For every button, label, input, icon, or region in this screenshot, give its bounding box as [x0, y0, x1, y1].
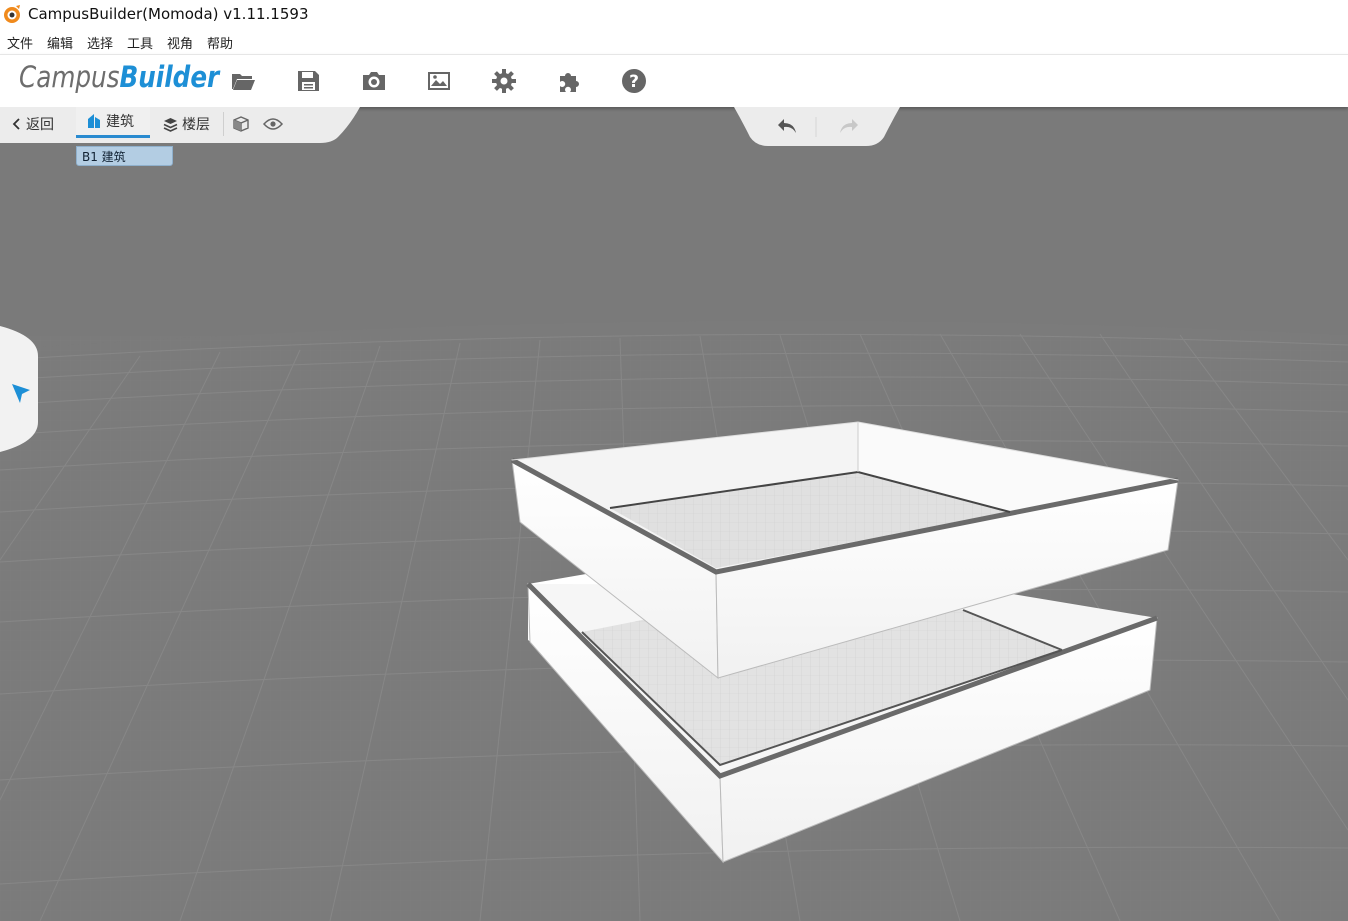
redo-icon[interactable]: [838, 117, 860, 135]
visibility-button[interactable]: [263, 107, 287, 141]
menu-bar: 文件 编辑 选择 工具 视角 帮助: [0, 30, 1348, 54]
subbar-divider: [223, 112, 224, 136]
object-view-button[interactable]: [232, 107, 254, 141]
save-icon: [298, 71, 319, 91]
plugin-button[interactable]: [552, 64, 586, 98]
app-logo-icon: [4, 5, 20, 23]
menu-view[interactable]: 视角: [167, 33, 193, 52]
window-title: CampusBuilder(Momoda) v1.11.1593: [28, 5, 309, 23]
menu-edit[interactable]: 编辑: [47, 33, 73, 52]
layers-icon: [163, 117, 178, 132]
back-button[interactable]: 返回: [12, 107, 54, 141]
building-label: 建筑: [106, 114, 134, 130]
svg-text:?: ?: [629, 72, 639, 92]
brand-logo: CampusBuilder: [19, 60, 220, 94]
image-button[interactable]: [422, 64, 456, 98]
menu-select[interactable]: 选择: [87, 33, 113, 52]
camera-icon: [363, 72, 385, 90]
3d-viewport[interactable]: [0, 106, 1348, 921]
help-icon: ?: [622, 69, 646, 93]
menu-tools[interactable]: 工具: [127, 33, 153, 52]
chevron-left-icon: [12, 118, 20, 130]
back-label: 返回: [26, 117, 54, 133]
title-bar: CampusBuilder(Momoda) v1.11.1593: [0, 0, 1348, 30]
tab-building[interactable]: 建筑: [76, 107, 150, 138]
building-icon: [88, 114, 100, 128]
help-button[interactable]: ?: [617, 64, 651, 98]
screenshot-button[interactable]: [357, 64, 391, 98]
undo-redo-panel: [730, 107, 902, 147]
main-toolbar: CampusBuilder ?: [0, 54, 1348, 107]
image-icon: [428, 72, 450, 90]
open-button[interactable]: [226, 64, 260, 98]
menu-file[interactable]: 文件: [7, 33, 33, 52]
menu-help[interactable]: 帮助: [207, 33, 233, 52]
building-dropdown-item[interactable]: B1 建筑: [76, 146, 173, 166]
tab-floor[interactable]: 楼层: [163, 107, 210, 141]
eye-icon: [263, 118, 283, 130]
undo-redo-background: [734, 107, 900, 146]
folder-open-icon: [232, 74, 255, 90]
gear-icon: [492, 69, 516, 93]
save-button[interactable]: [291, 64, 325, 98]
floor-label: 楼层: [182, 117, 210, 133]
cube-icon: [233, 116, 249, 132]
sub-toolbar: 返回 建筑 楼层: [0, 107, 362, 143]
undo-icon[interactable]: [776, 117, 798, 135]
puzzle-icon: [560, 73, 579, 92]
side-panel-handle[interactable]: [0, 326, 40, 452]
settings-button[interactable]: [487, 64, 521, 98]
